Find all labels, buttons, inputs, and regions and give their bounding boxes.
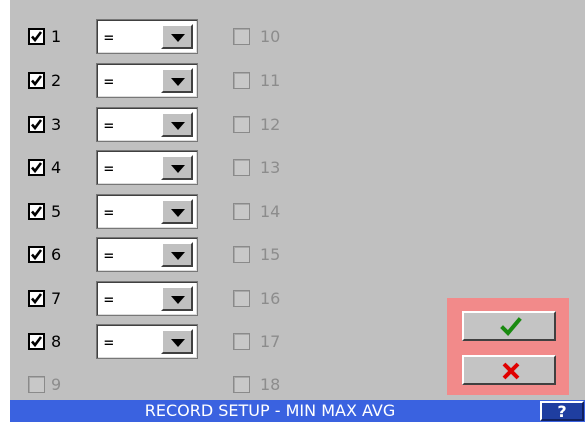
operator-value: = — [104, 333, 114, 352]
channel-6-operator-select[interactable]: = — [96, 237, 198, 272]
channel-14-label: 14 — [260, 202, 281, 221]
close-icon — [502, 362, 520, 380]
channel-3-operator-select[interactable]: = — [96, 107, 198, 142]
channel-2-label: 2 — [51, 71, 62, 90]
operator-value: = — [104, 246, 114, 265]
channel-14-checkbox[interactable] — [233, 203, 250, 220]
screen-title: RECORD SETUP - MIN MAX AVG — [144, 401, 396, 420]
operator-value: = — [104, 72, 114, 91]
channel-4-operator-select[interactable]: = — [96, 150, 198, 185]
channel-6-label: 6 — [51, 245, 62, 264]
chevron-down-icon[interactable] — [161, 199, 193, 224]
channel-12-checkbox[interactable] — [233, 116, 250, 133]
channel-2-checkbox[interactable] — [28, 72, 45, 89]
channel-8-checkbox[interactable] — [28, 333, 45, 350]
chevron-down-icon[interactable] — [161, 68, 193, 93]
channel-4-label: 4 — [51, 158, 62, 177]
channel-8-operator-select[interactable]: = — [96, 324, 198, 359]
channel-13-checkbox[interactable] — [233, 159, 250, 176]
channel-4-checkbox[interactable] — [28, 159, 45, 176]
channel-12-label: 12 — [260, 115, 281, 134]
channel-17-label: 17 — [260, 332, 281, 351]
channel-16-checkbox[interactable] — [233, 290, 250, 307]
channel-10-checkbox[interactable] — [233, 28, 250, 45]
channel-7-operator-select[interactable]: = — [96, 281, 198, 316]
ok-button[interactable] — [462, 311, 556, 341]
channel-8-label: 8 — [51, 332, 62, 351]
operator-value: = — [104, 290, 114, 309]
help-button[interactable]: ? — [540, 401, 584, 421]
status-bar: RECORD SETUP - MIN MAX AVG ? — [10, 400, 585, 422]
channel-5-checkbox[interactable] — [28, 203, 45, 220]
channel-17-checkbox[interactable] — [233, 333, 250, 350]
operator-value: = — [104, 28, 114, 47]
channel-5-operator-select[interactable]: = — [96, 194, 198, 229]
chevron-down-icon[interactable] — [161, 112, 193, 137]
channel-13-label: 13 — [260, 158, 281, 177]
channel-1-operator-select[interactable]: = — [96, 19, 198, 54]
channel-9-checkbox[interactable] — [28, 376, 45, 393]
operator-value: = — [104, 203, 114, 222]
channel-6-checkbox[interactable] — [28, 246, 45, 263]
channel-18-checkbox[interactable] — [233, 376, 250, 393]
channel-15-checkbox[interactable] — [233, 246, 250, 263]
channel-7-label: 7 — [51, 289, 62, 308]
help-label: ? — [557, 402, 567, 421]
checkmark-icon — [500, 317, 522, 336]
chevron-down-icon[interactable] — [161, 242, 193, 267]
channel-3-label: 3 — [51, 115, 62, 134]
channel-16-label: 16 — [260, 289, 281, 308]
channel-3-checkbox[interactable] — [28, 116, 45, 133]
channel-18-label: 18 — [260, 375, 281, 394]
channel-2-operator-select[interactable]: = — [96, 63, 198, 98]
channel-9-label: 9 — [51, 375, 62, 394]
channel-7-checkbox[interactable] — [28, 290, 45, 307]
channel-5-label: 5 — [51, 202, 62, 221]
chevron-down-icon[interactable] — [161, 24, 193, 49]
channel-11-label: 11 — [260, 71, 281, 90]
channel-15-label: 15 — [260, 245, 281, 264]
operator-value: = — [104, 159, 114, 178]
channel-1-checkbox[interactable] — [28, 28, 45, 45]
channel-10-label: 10 — [260, 27, 281, 46]
channel-11-checkbox[interactable] — [233, 72, 250, 89]
chevron-down-icon[interactable] — [161, 155, 193, 180]
channel-1-label: 1 — [51, 27, 62, 46]
chevron-down-icon[interactable] — [161, 329, 193, 354]
chevron-down-icon[interactable] — [161, 286, 193, 311]
operator-value: = — [104, 116, 114, 135]
action-button-group — [447, 298, 569, 395]
cancel-button[interactable] — [462, 355, 556, 385]
